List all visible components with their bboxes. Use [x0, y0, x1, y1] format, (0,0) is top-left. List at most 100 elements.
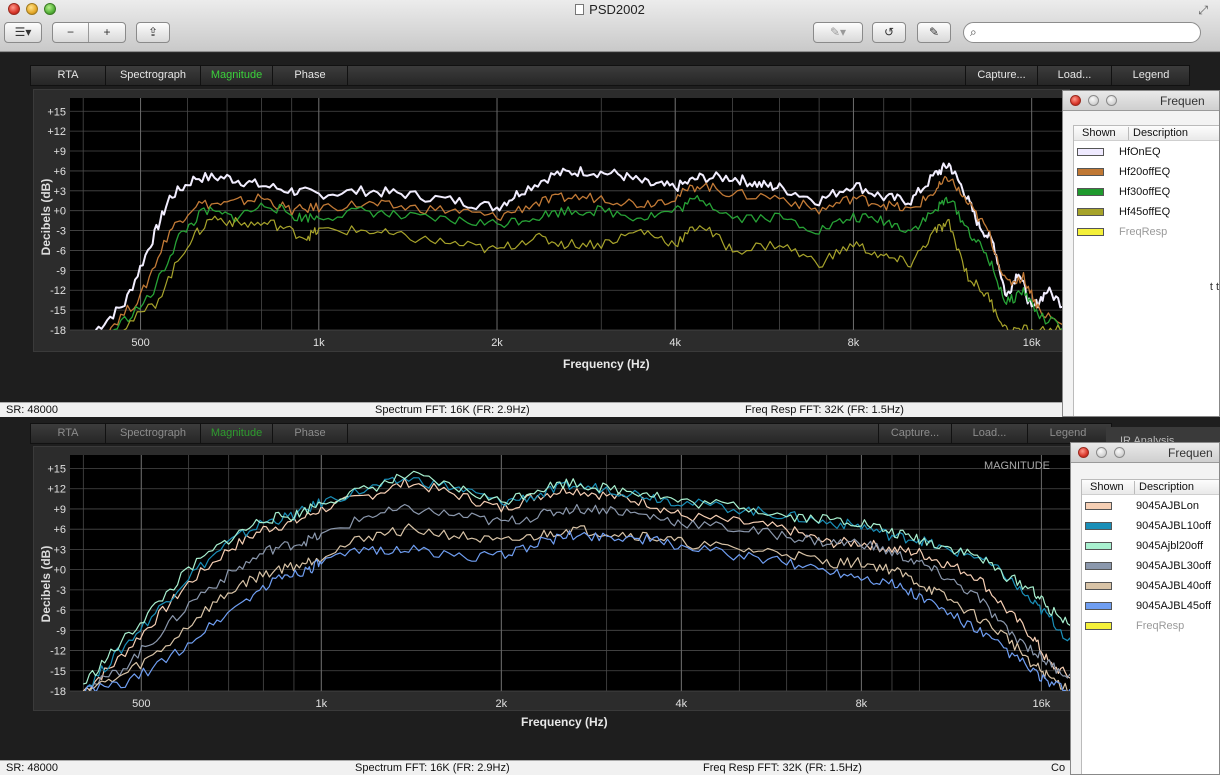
- zoom-legend-button[interactable]: [1114, 447, 1125, 458]
- legend-row[interactable]: FreqResp: [1082, 618, 1219, 638]
- legend-row[interactable]: Hf20offEQ: [1074, 164, 1219, 184]
- tab-magnitude[interactable]: Magnitude: [201, 424, 273, 443]
- x-tick-label: 2k: [491, 337, 503, 349]
- zoom-in-button[interactable]: +: [89, 23, 125, 42]
- legend-color-swatch[interactable]: [1085, 542, 1112, 550]
- top-legend-title: Frequen: [1160, 94, 1205, 108]
- legend-color-swatch[interactable]: [1077, 188, 1104, 196]
- y-tick-label: -9: [56, 625, 66, 637]
- annotate-button[interactable]: ✎▾: [813, 22, 863, 43]
- legend-row[interactable]: 9045AJBL40off: [1082, 578, 1219, 598]
- load-button[interactable]: Load...: [952, 424, 1028, 443]
- col-shown: Shown: [1082, 127, 1116, 139]
- legend-row[interactable]: Hf30offEQ: [1074, 184, 1219, 204]
- tab-spectrograph[interactable]: Spectrograph: [106, 424, 201, 443]
- close-legend-button[interactable]: [1078, 447, 1089, 458]
- close-legend-button[interactable]: [1070, 95, 1081, 106]
- legend-description: HfOnEQ: [1119, 146, 1161, 158]
- edit-button[interactable]: ✎: [917, 22, 951, 43]
- capture-button[interactable]: Capture...: [878, 424, 952, 443]
- capture-button[interactable]: Capture...: [965, 66, 1038, 85]
- zoom-out-button[interactable]: −: [53, 23, 89, 42]
- bottom-freqresp-fft: Freq Resp FFT: 32K (FR: 1.5Hz): [703, 762, 862, 774]
- zoom-control: − +: [52, 22, 126, 43]
- legend-description: 9045AJBLon: [1136, 500, 1199, 512]
- tab-phase[interactable]: Phase: [273, 66, 348, 85]
- y-tick-label: +6: [53, 166, 66, 178]
- load-button[interactable]: Load...: [1038, 66, 1112, 85]
- legend-row[interactable]: 9045AJBLon: [1082, 498, 1219, 518]
- legend-row[interactable]: 9045AJBL30off: [1082, 558, 1219, 578]
- legend-color-swatch[interactable]: [1085, 562, 1112, 570]
- top-legend-table: Shown Description HfOnEQ Hf20offEQ Hf30off…: [1073, 125, 1219, 416]
- edit-icon: ✎: [928, 25, 940, 39]
- y-tick-label: -12: [50, 285, 66, 297]
- share-button[interactable]: ⇪: [136, 22, 170, 43]
- header-separator: [1134, 481, 1135, 494]
- legend-color-swatch[interactable]: [1077, 168, 1104, 176]
- y-tick-label: +3: [53, 544, 66, 556]
- y-tick-label: -15: [50, 666, 66, 678]
- bottom-legend-window: Frequen Shown Description 9045AJBLon 9045…: [1070, 442, 1220, 775]
- legend-row[interactable]: 9045Ajbl20off: [1082, 538, 1219, 558]
- legend-row[interactable]: HfOnEQ: [1074, 144, 1219, 164]
- tab-rta[interactable]: RTA: [31, 424, 106, 443]
- legend-button[interactable]: Legend: [1112, 66, 1190, 85]
- zoom-out-icon: −: [66, 25, 74, 39]
- sidebar-toggle-button[interactable]: ☰▾: [4, 22, 42, 43]
- legend-color-swatch[interactable]: [1085, 602, 1112, 610]
- header-separator: [1128, 127, 1129, 140]
- col-description: Description: [1133, 127, 1189, 139]
- x-tick-label: 4k: [669, 337, 681, 349]
- y-tick-label: -3: [56, 226, 66, 238]
- x-tick-label: 1k: [313, 337, 325, 349]
- top-legend-titlebar: Frequen: [1063, 91, 1219, 111]
- minimize-legend-button[interactable]: [1088, 95, 1099, 106]
- legend-color-swatch[interactable]: [1077, 148, 1104, 156]
- legend-color-swatch[interactable]: [1085, 522, 1112, 530]
- search-input[interactable]: ⌕: [963, 22, 1201, 43]
- tab-rta[interactable]: RTA: [31, 66, 106, 85]
- tab-phase[interactable]: Phase: [273, 424, 348, 443]
- zoom-in-icon: +: [103, 25, 111, 39]
- legend-color-swatch[interactable]: [1085, 582, 1112, 590]
- top-x-axis-label: Frequency (Hz): [563, 357, 650, 371]
- y-tick-label: +9: [53, 504, 66, 516]
- tab-spectrograph[interactable]: Spectrograph: [106, 66, 201, 85]
- y-tick-label: -12: [50, 646, 66, 658]
- top-legend-header: Shown Description: [1074, 126, 1219, 141]
- legend-color-swatch[interactable]: [1077, 208, 1104, 216]
- y-tick-label: -6: [56, 605, 66, 617]
- legend-row[interactable]: 9045AJBL45off: [1082, 598, 1219, 618]
- y-tick-label: -9: [56, 265, 66, 277]
- x-tick-label: 8k: [848, 337, 860, 349]
- top-tab-bar: RTA Spectrograph Magnitude Phase Capture…: [30, 65, 1190, 86]
- legend-color-swatch[interactable]: [1077, 228, 1104, 236]
- y-tick-label: -6: [56, 245, 66, 257]
- legend-description: 9045Ajbl20off: [1136, 540, 1204, 552]
- minimize-legend-button[interactable]: [1096, 447, 1107, 458]
- legend-button[interactable]: Legend: [1028, 424, 1108, 443]
- legend-row[interactable]: Hf45offEQ: [1074, 204, 1219, 224]
- top-sample-rate: SR: 48000: [6, 404, 58, 416]
- legend-color-swatch[interactable]: [1085, 502, 1112, 510]
- top-magnitude-chart: +15 +12 +9 +6 +3 +0 -3 -6 -9 -12 -15 -18 500 1k 2k 4k 8k…: [34, 90, 1069, 351]
- bottom-spectrum-fft: Spectrum FFT: 16K (FR: 2.9Hz): [355, 762, 510, 774]
- bottom-analyzer-panel: RTA Spectrograph Magnitude Phase Capture…: [0, 419, 1220, 775]
- legend-description: FreqResp: [1119, 226, 1168, 238]
- rotate-button[interactable]: ↺: [872, 22, 906, 43]
- legend-row[interactable]: 9045AJBL10off: [1082, 518, 1219, 538]
- zoom-legend-button[interactable]: [1106, 95, 1117, 106]
- tab-magnitude[interactable]: Magnitude: [201, 66, 273, 85]
- bottom-magnitude-chart: +15 +12 +9 +6 +3 +0 -3 -6 -9 -12 -15 -18 500 1k 2k 4k 8k…: [34, 447, 1072, 710]
- legend-color-swatch[interactable]: [1085, 622, 1112, 630]
- y-tick-label: -18: [50, 686, 66, 698]
- y-tick-label: +0: [53, 206, 66, 218]
- fullscreen-icon[interactable]: ⤢: [1198, 3, 1208, 18]
- window-titlebar: PSD2002 ⤢ ☰▾ − + ⇪ ✎▾ ↺ ✎ ⌕: [0, 0, 1220, 52]
- legend-description: Hf20offEQ: [1119, 166, 1171, 178]
- y-tick-label: +9: [53, 146, 66, 158]
- document-icon: [575, 4, 585, 15]
- x-tick-label: 16k: [1023, 337, 1041, 349]
- legend-row[interactable]: FreqResp: [1074, 224, 1219, 244]
